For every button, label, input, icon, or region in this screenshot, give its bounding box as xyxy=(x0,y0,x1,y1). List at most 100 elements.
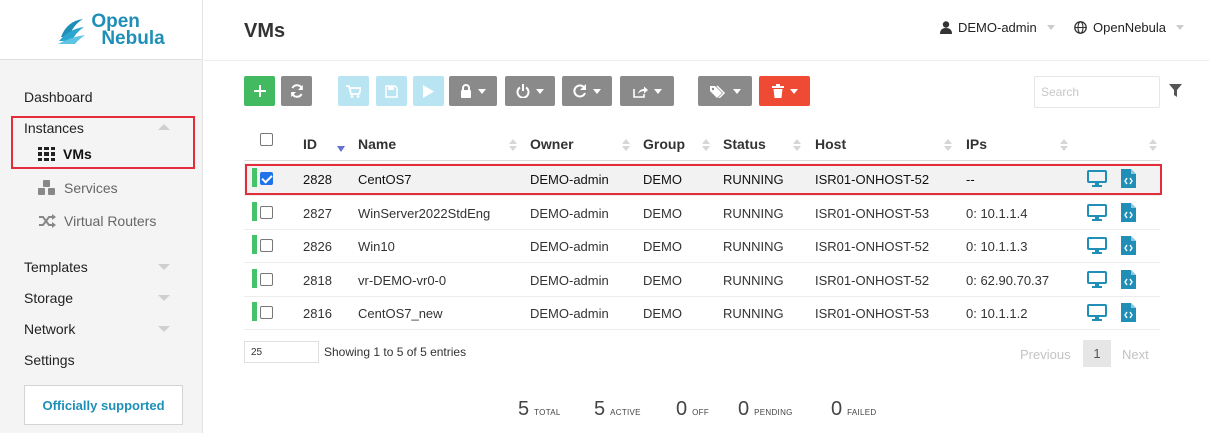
rdp-file-icon[interactable] xyxy=(1121,303,1136,323)
column-header-status[interactable]: Status xyxy=(723,136,766,152)
create-button[interactable] xyxy=(244,76,275,106)
cell-name: Win10 xyxy=(358,239,395,255)
tags-icon xyxy=(709,84,725,98)
summary-pending: 0 PENDING xyxy=(738,398,793,421)
previous-page-button[interactable]: Previous xyxy=(1020,347,1071,362)
sidebar-item-settings[interactable]: Settings xyxy=(24,352,75,368)
cell-id: 2827 xyxy=(303,205,332,221)
cell-group: DEMO xyxy=(643,239,682,255)
lock-dropdown-button[interactable] xyxy=(449,76,497,106)
row-checkbox[interactable] xyxy=(260,306,273,320)
column-header-group[interactable]: Group xyxy=(643,136,685,152)
filter-icon[interactable] xyxy=(1169,84,1182,97)
officially-supported-link[interactable]: Officially supported xyxy=(24,385,183,425)
cell-status: RUNNING xyxy=(723,205,784,221)
column-header-id[interactable]: ID xyxy=(303,136,317,152)
cell-owner: DEMO-admin xyxy=(530,239,609,255)
rdp-file-icon[interactable] xyxy=(1121,236,1136,256)
cell-status: RUNNING xyxy=(723,306,784,322)
sidebar-item-virtual-routers[interactable]: Virtual Routers xyxy=(38,213,156,229)
refresh-button[interactable] xyxy=(281,76,312,106)
table-row[interactable]: 2816 CentOS7_new DEMO-admin DEMO RUNNING ISR0… xyxy=(244,297,1160,331)
sidebar-item-dashboard[interactable]: Dashboard xyxy=(24,89,93,105)
cart-button[interactable] xyxy=(338,76,369,106)
opennebula-logo-icon xyxy=(58,18,86,44)
vnc-monitor-icon[interactable] xyxy=(1087,203,1107,221)
vnc-monitor-icon[interactable] xyxy=(1087,304,1107,322)
row-checkbox[interactable] xyxy=(260,272,273,286)
current-page-button[interactable]: 1 xyxy=(1083,340,1111,367)
labels-dropdown-button[interactable] xyxy=(698,76,752,106)
delete-dropdown-button[interactable] xyxy=(759,76,810,106)
cubes-icon xyxy=(38,180,55,195)
page-size-select[interactable]: 25 xyxy=(244,341,319,363)
user-menu[interactable]: DEMO-admin xyxy=(940,20,1055,35)
sort-icon xyxy=(702,139,710,151)
rdp-file-icon[interactable] xyxy=(1121,269,1136,289)
sort-icon xyxy=(944,139,952,151)
state-indicator xyxy=(252,268,257,288)
lock-icon xyxy=(461,84,471,98)
cell-id: 2826 xyxy=(303,239,332,255)
cell-host: ISR01-ONHOST-53 xyxy=(815,205,930,221)
row-checkbox[interactable] xyxy=(260,205,273,219)
save-button[interactable] xyxy=(376,76,407,106)
summary-failed-label: FAILED xyxy=(847,404,877,418)
table-row[interactable]: 2826 Win10 DEMO-admin DEMO RUNNING ISR01-ONHO… xyxy=(244,230,1160,264)
logo-text: Open Nebula xyxy=(91,10,165,49)
entries-info: Showing 1 to 5 of 5 entries xyxy=(324,345,467,359)
expand-caret-icon[interactable] xyxy=(158,295,170,301)
expand-caret-icon[interactable] xyxy=(158,326,170,332)
cell-id: 2818 xyxy=(303,272,332,288)
chevron-down-icon xyxy=(593,88,601,94)
cell-host: ISR01-ONHOST-52 xyxy=(815,239,930,255)
select-all-checkbox[interactable] xyxy=(260,133,273,146)
column-header-owner[interactable]: Owner xyxy=(530,136,574,152)
vnc-monitor-icon[interactable] xyxy=(1087,237,1107,255)
sidebar-item-templates[interactable]: Templates xyxy=(24,259,88,275)
cell-owner: DEMO-admin xyxy=(530,205,609,221)
vnc-monitor-icon[interactable] xyxy=(1087,270,1107,288)
expand-caret-icon[interactable] xyxy=(158,264,170,270)
column-header-host[interactable]: Host xyxy=(815,136,846,152)
logo[interactable]: Open Nebula xyxy=(0,0,202,60)
refresh-icon xyxy=(290,84,303,98)
cell-name: WinServer2022StdEng xyxy=(358,205,491,221)
sidebar: Open Nebula Dashboard Instances VMs Serv… xyxy=(0,0,203,433)
rdp-file-icon[interactable] xyxy=(1121,202,1136,222)
sort-icon xyxy=(509,139,517,151)
state-indicator xyxy=(252,201,257,221)
cell-ips: 0: 10.1.1.2 xyxy=(966,306,1028,322)
power-dropdown-button[interactable] xyxy=(505,76,555,106)
zone-menu[interactable]: OpenNebula xyxy=(1074,20,1184,35)
cell-ips: 0: 62.90.70.37 xyxy=(966,272,1050,288)
reboot-dropdown-button[interactable] xyxy=(562,76,612,106)
user-icon xyxy=(940,21,952,34)
plus-icon xyxy=(253,85,266,97)
share-dropdown-button[interactable] xyxy=(620,76,674,106)
table-row[interactable]: 2827 WinServer2022StdEng DEMO-admin DEMO RUN… xyxy=(244,197,1160,230)
state-indicator xyxy=(252,302,257,322)
chevron-down-icon xyxy=(1046,25,1055,30)
summary-active: 5 ACTIVE xyxy=(594,398,641,421)
state-indicator xyxy=(252,235,257,255)
chevron-down-icon xyxy=(1176,25,1184,30)
sidebar-item-storage[interactable]: Storage xyxy=(24,290,73,306)
play-button[interactable] xyxy=(413,76,444,106)
cell-group: DEMO xyxy=(643,306,682,322)
zone-name: OpenNebula xyxy=(1093,20,1166,35)
cell-group: DEMO xyxy=(643,205,682,221)
summary-off: 0 OFF xyxy=(676,398,709,421)
cell-ips: 0: 10.1.1.4 xyxy=(966,205,1028,221)
column-header-name[interactable]: Name xyxy=(358,136,396,152)
search-input[interactable] xyxy=(1034,76,1160,108)
globe-icon xyxy=(1074,21,1087,34)
trash-icon xyxy=(771,84,784,98)
cart-icon xyxy=(346,84,361,98)
sidebar-item-services[interactable]: Services xyxy=(38,180,118,196)
column-header-ips[interactable]: IPs xyxy=(966,136,987,152)
table-row[interactable]: 2818 vr-DEMO-vr0-0 DEMO-admin DEMO RUNNING IS… xyxy=(244,264,1160,297)
next-page-button[interactable]: Next xyxy=(1122,347,1149,362)
row-checkbox[interactable] xyxy=(260,239,273,253)
sidebar-item-network[interactable]: Network xyxy=(24,321,75,337)
